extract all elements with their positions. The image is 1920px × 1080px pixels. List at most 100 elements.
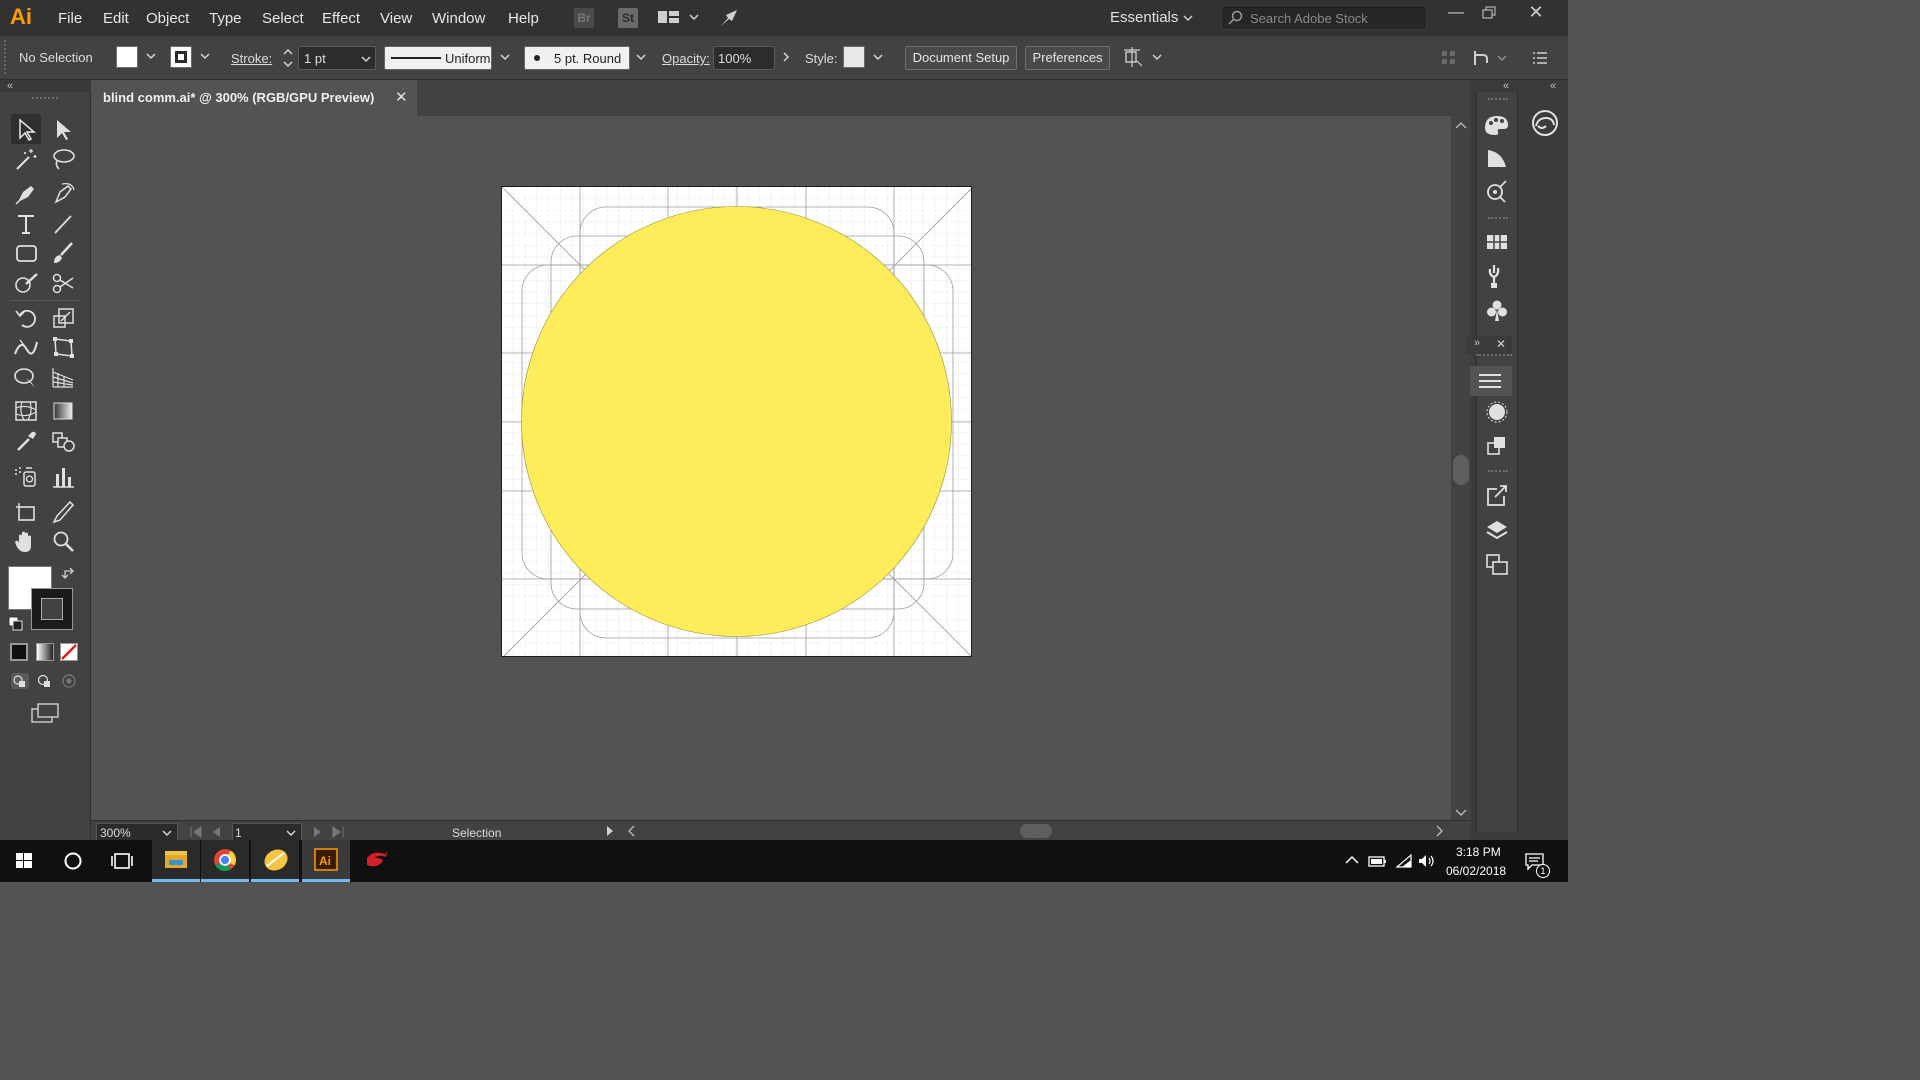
opacity-expand-chevron[interactable]: [780, 50, 792, 67]
selection-tool[interactable]: [11, 114, 41, 144]
menu-effect[interactable]: Effect: [322, 10, 360, 27]
style-dropdown-chevron[interactable]: [871, 50, 885, 67]
stroke-color-swatch[interactable]: [31, 588, 73, 630]
antivirus-taskbar-icon[interactable]: [353, 840, 401, 882]
stock-icon[interactable]: St: [618, 8, 638, 28]
arrange-documents-icon[interactable]: [657, 9, 701, 30]
gpu-performance-icon[interactable]: [718, 7, 740, 32]
pen-tool[interactable]: [11, 178, 41, 208]
screen-mode-icon[interactable]: [30, 702, 60, 727]
document-setup-button[interactable]: Document Setup: [905, 46, 1017, 70]
magic-wand-tool[interactable]: [11, 144, 41, 174]
collapse-toolbar-icon[interactable]: «: [7, 80, 13, 92]
yellow-circle-shape[interactable]: [501, 186, 972, 657]
export-asset-icon[interactable]: [1480, 480, 1514, 510]
close-panel-icon[interactable]: ✕: [1496, 337, 1506, 351]
battery-icon[interactable]: [1368, 853, 1388, 872]
close-window-button[interactable]: ✕: [1526, 2, 1546, 22]
chevron-down-icon[interactable]: [1182, 12, 1194, 27]
artboard-tool[interactable]: [11, 497, 41, 527]
menu-edit[interactable]: Edit: [103, 10, 129, 27]
mesh-tool[interactable]: [11, 396, 41, 426]
brushes-panel-icon[interactable]: [1480, 261, 1514, 291]
menu-type[interactable]: Type: [209, 10, 242, 27]
stroke-weight-stepper[interactable]: [281, 46, 295, 73]
current-tool-status[interactable]: Selection: [452, 826, 501, 840]
restore-button[interactable]: [1480, 5, 1498, 24]
stroke-weight-field[interactable]: 1 pt: [298, 46, 376, 70]
photo-app-taskbar-icon[interactable]: [251, 840, 299, 882]
show-hidden-icons-chevron[interactable]: [1344, 853, 1360, 870]
width-tool[interactable]: [11, 332, 41, 362]
symbol-sprayer-tool[interactable]: [11, 462, 41, 492]
close-document-icon[interactable]: ✕: [395, 88, 408, 106]
profile-dropdown-chevron[interactable]: [498, 50, 512, 67]
fill-dropdown-chevron[interactable]: [144, 49, 158, 66]
rotate-tool[interactable]: [11, 303, 41, 333]
free-transform-tool[interactable]: [48, 332, 78, 362]
scroll-up-arrow[interactable]: [1455, 118, 1467, 133]
taskbar-time[interactable]: 3:18 PM: [1456, 845, 1501, 859]
gradient-mode-button[interactable]: [36, 643, 54, 661]
lasso-tool[interactable]: [48, 144, 78, 174]
direct-selection-tool[interactable]: [48, 114, 78, 144]
hand-tool[interactable]: [11, 526, 41, 556]
gradient-tool[interactable]: [48, 396, 78, 426]
default-fill-stroke-icon[interactable]: [8, 616, 24, 635]
scale-tool[interactable]: [48, 303, 78, 333]
swatches-panel-icon[interactable]: [1480, 227, 1514, 257]
menu-select[interactable]: Select: [262, 10, 304, 27]
last-artboard-button[interactable]: [331, 826, 345, 841]
line-segment-tool[interactable]: [48, 209, 78, 239]
swap-fill-stroke-icon[interactable]: [61, 566, 77, 585]
stroke-dropdown-chevron[interactable]: [198, 49, 212, 66]
fill-swatch[interactable]: [116, 46, 138, 68]
arrange-icon[interactable]: [1123, 47, 1167, 72]
document-tab[interactable]: blind comm.ai* @ 300% (RGB/GPU Preview) …: [91, 80, 417, 116]
bridge-icon[interactable]: Br: [574, 8, 594, 28]
panel-group-grip[interactable]: [1476, 354, 1512, 356]
horizontal-scroll-thumb[interactable]: [1020, 824, 1052, 838]
workspace-switcher[interactable]: Essentials: [1110, 9, 1178, 26]
paintbrush-tool[interactable]: [48, 238, 78, 268]
gradient-panel-icon[interactable]: [1480, 397, 1514, 427]
transform-icon[interactable]: [1472, 47, 1512, 72]
collapse-dock-icon[interactable]: «: [1503, 80, 1509, 92]
taskbar-date[interactable]: 06/02/2018: [1446, 864, 1506, 878]
panel-group-grip[interactable]: [1488, 470, 1508, 472]
menu-object[interactable]: Object: [146, 10, 189, 27]
next-artboard-button[interactable]: [312, 826, 324, 841]
expand-panels-icon[interactable]: »: [1474, 337, 1480, 349]
rectangle-tool[interactable]: [11, 238, 41, 268]
opacity-label[interactable]: Opacity:: [662, 51, 710, 66]
control-bar-grip[interactable]: [4, 40, 8, 74]
previous-artboard-button[interactable]: [210, 826, 222, 841]
panel-group-grip[interactable]: [1488, 217, 1508, 219]
panel-group-grip[interactable]: [1488, 98, 1508, 100]
scroll-right-arrow[interactable]: [1435, 825, 1445, 840]
start-button[interactable]: [0, 840, 48, 882]
menu-file[interactable]: File: [58, 10, 82, 27]
scroll-left-arrow[interactable]: [626, 825, 636, 840]
volume-icon[interactable]: [1417, 852, 1437, 873]
cortana-search-icon[interactable]: [48, 840, 96, 882]
search-input[interactable]: [1250, 9, 1420, 27]
vertical-scroll-thumb[interactable]: [1453, 455, 1469, 485]
creative-cloud-libraries-icon[interactable]: [1529, 108, 1561, 141]
stroke-label[interactable]: Stroke:: [231, 51, 272, 66]
task-view-icon[interactable]: [98, 840, 146, 882]
blend-tool[interactable]: [48, 426, 78, 456]
zoom-tool[interactable]: [48, 526, 78, 556]
align-grid-icon[interactable]: [1440, 49, 1458, 70]
scroll-down-arrow[interactable]: [1455, 806, 1467, 821]
transparency-panel-icon[interactable]: [1480, 431, 1514, 461]
color-guide-icon[interactable]: [1480, 143, 1514, 173]
shaper-tool[interactable]: [11, 268, 41, 298]
artboards-panel-icon[interactable]: [1480, 549, 1514, 579]
menu-view[interactable]: View: [380, 10, 412, 27]
scissors-tool[interactable]: [48, 268, 78, 298]
first-artboard-button[interactable]: [189, 826, 203, 841]
wifi-icon[interactable]: [1394, 852, 1414, 873]
recolor-artwork-icon[interactable]: [1480, 177, 1514, 207]
symbols-panel-icon[interactable]: [1480, 295, 1514, 325]
